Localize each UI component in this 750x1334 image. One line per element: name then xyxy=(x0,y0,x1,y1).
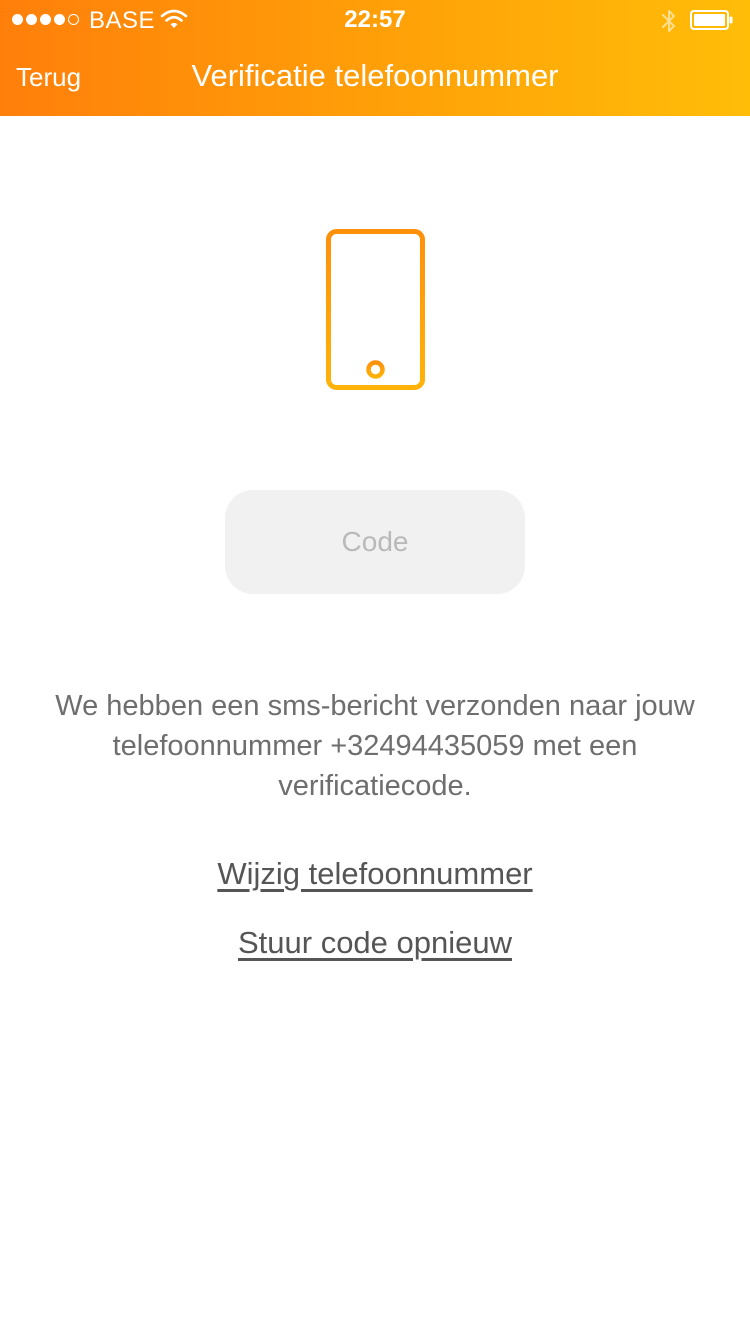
battery-icon xyxy=(690,10,733,30)
status-bar: BASE 22:57 xyxy=(0,0,750,40)
phone-verification-screen: BASE 22:57 Terug Verificatie telefoonnum… xyxy=(0,0,750,1334)
change-phone-number-link[interactable]: Wijzig telefoonnummer xyxy=(0,856,750,892)
back-button[interactable]: Terug xyxy=(16,62,81,93)
resend-code-link[interactable]: Stuur code opnieuw xyxy=(0,925,750,961)
page-title: Verificatie telefoonnummer xyxy=(191,58,559,93)
header: BASE 22:57 Terug Verificatie telefoonnum… xyxy=(0,0,750,116)
clock: 22:57 xyxy=(344,6,406,33)
bluetooth-icon xyxy=(662,10,675,32)
info-text: We hebben een sms-bericht verzonden naar… xyxy=(55,690,695,802)
code-input[interactable] xyxy=(225,490,525,594)
smartphone-icon xyxy=(326,229,425,390)
